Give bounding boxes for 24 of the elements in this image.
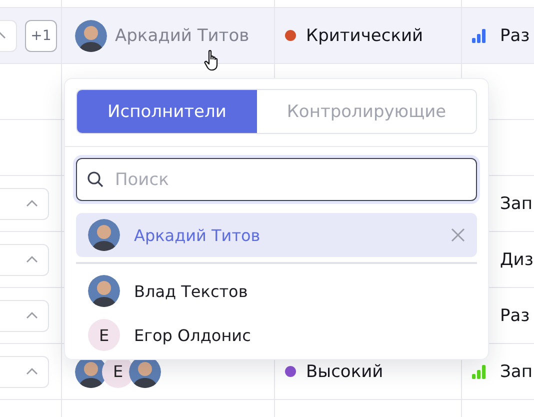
type-label: Зап — [500, 194, 532, 214]
avatar-icon — [88, 219, 120, 251]
collapse-button[interactable] — [0, 356, 49, 388]
more-count-button[interactable]: +1 — [25, 20, 57, 52]
assignee-name[interactable]: Аркадий Титов — [115, 26, 250, 46]
priority-label: Высокий — [306, 362, 384, 382]
assignee-option[interactable]: Аркадий Титов — [76, 213, 477, 257]
close-icon — [451, 228, 465, 242]
priority-label: Критический — [306, 26, 424, 46]
type-label: Раз — [500, 306, 530, 326]
type-label: Диз — [500, 250, 534, 270]
search-icon — [87, 171, 104, 188]
avatar-icon — [88, 275, 120, 307]
collapse-button[interactable] — [0, 244, 49, 276]
collapse-button[interactable] — [0, 300, 49, 332]
collapse-button[interactable] — [0, 188, 49, 220]
avatar-initial: Е — [88, 319, 120, 351]
tab[interactable]: Исполнители — [77, 90, 257, 133]
type-label: Зап — [500, 362, 532, 382]
assignee-option[interactable]: Е Егор Олдонис — [76, 313, 477, 357]
assignee-option[interactable]: Влад Текстов — [76, 269, 477, 313]
search-field[interactable]: Поиск — [76, 158, 477, 201]
type-label: Раз — [500, 26, 530, 46]
avatar-icon — [75, 20, 107, 52]
